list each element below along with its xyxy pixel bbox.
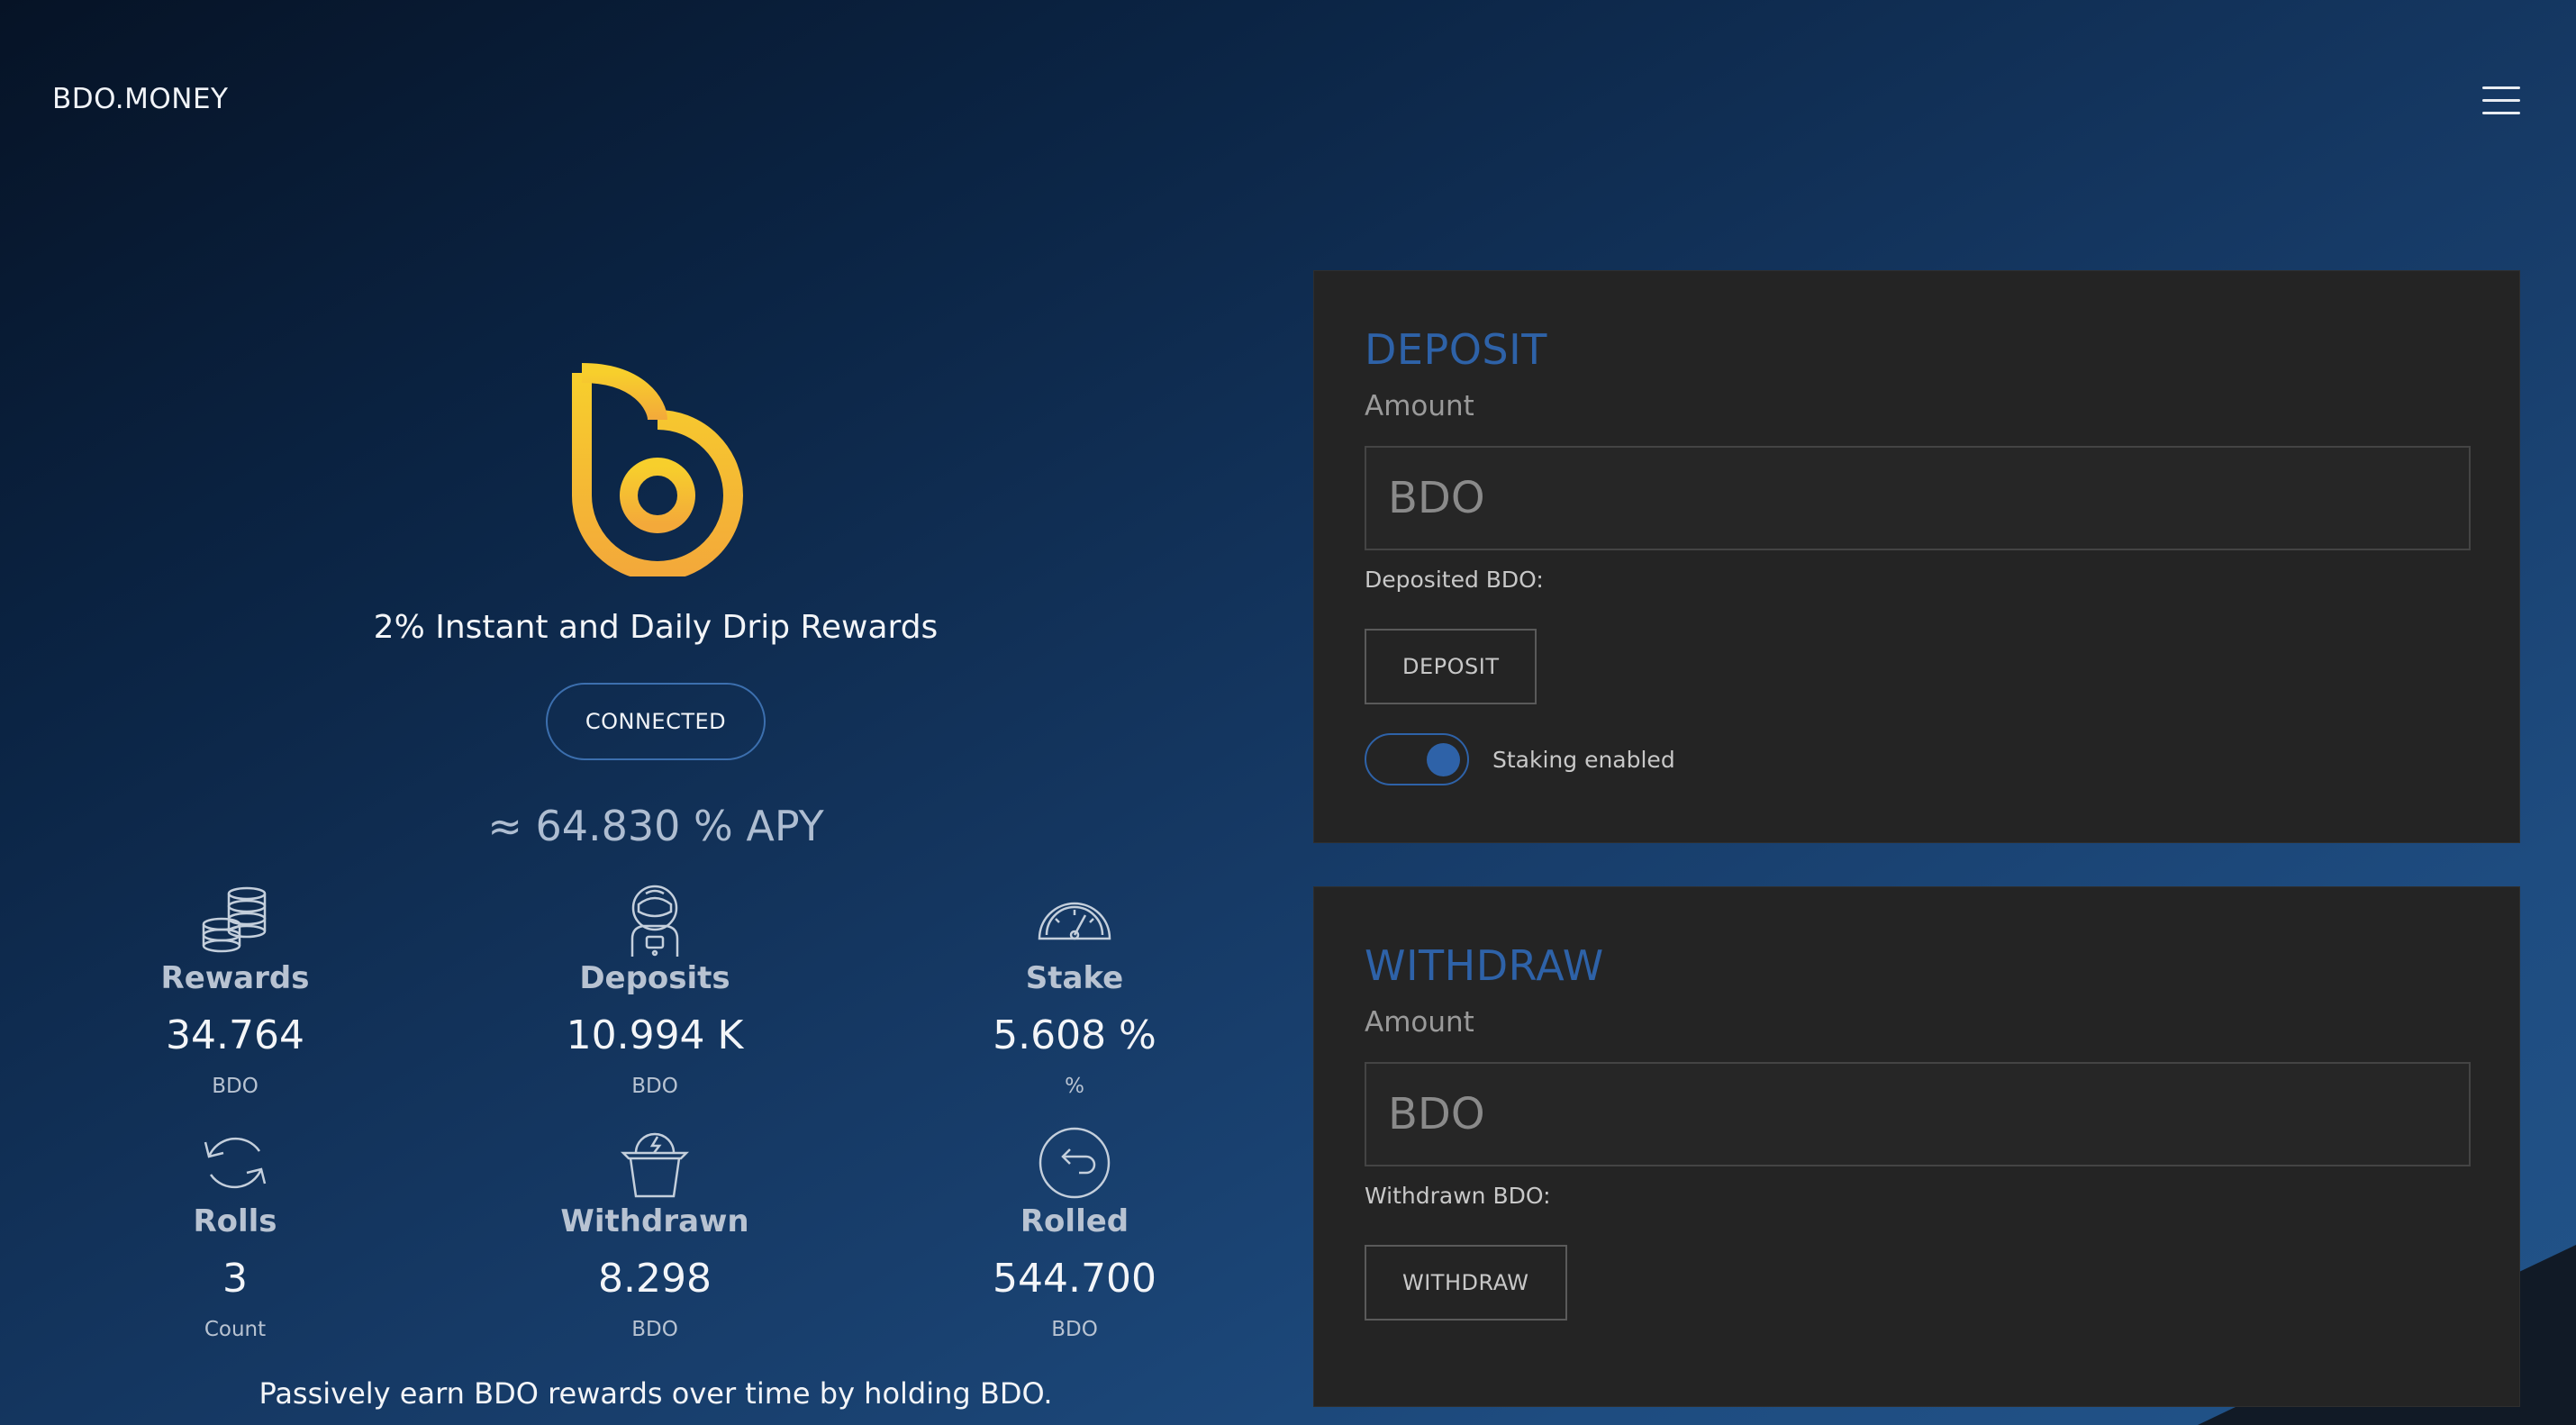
staking-toggle-row: Staking enabled: [1365, 733, 2469, 785]
deposit-title: DEPOSIT: [1365, 325, 1547, 374]
gauge-icon: [1038, 902, 1111, 940]
hero-section: 2% Instant and Daily Drip Rewards CONNEC…: [0, 0, 1311, 1425]
deposit-amount-label: Amount: [1365, 390, 1474, 422]
deposit-button[interactable]: DEPOSIT: [1365, 629, 1537, 704]
stat-label: Rolls: [193, 1203, 277, 1239]
hamburger-menu-icon[interactable]: [2482, 85, 2520, 117]
stat-unit: BDO: [631, 1318, 678, 1341]
stat-value: 544.700: [993, 1256, 1156, 1302]
deposit-amount-input[interactable]: [1365, 446, 2471, 550]
stat-label: Deposits: [579, 960, 730, 996]
stat-label: Rolled: [1020, 1203, 1129, 1239]
stat-label: Stake: [1025, 960, 1124, 996]
stat-stake: Stake 5.608 % %: [930, 881, 1219, 1098]
bdo-logo-icon: [572, 363, 743, 576]
stat-rolls: Rolls 3 Count: [91, 1124, 379, 1341]
stat-value: 10.994 K: [566, 1012, 744, 1058]
connect-wallet-button[interactable]: CONNECTED: [546, 683, 766, 760]
stat-unit: Count: [204, 1318, 267, 1341]
stat-unit: BDO: [212, 1075, 259, 1098]
withdraw-button[interactable]: WITHDRAW: [1365, 1245, 1567, 1321]
withdraw-title: WITHDRAW: [1365, 941, 1604, 990]
withdraw-amount-input[interactable]: [1365, 1062, 2471, 1166]
stat-value: 3: [222, 1256, 248, 1302]
stat-value: 8.298: [598, 1256, 712, 1302]
hero-tagline: 2% Instant and Daily Drip Rewards: [373, 609, 939, 646]
stat-label: Withdrawn: [560, 1203, 749, 1239]
stat-unit: %: [1065, 1075, 1084, 1098]
stat-unit: BDO: [1051, 1318, 1098, 1341]
toggle-knob: [1427, 743, 1460, 776]
stat-unit: BDO: [631, 1075, 678, 1098]
apy-value: ≈ 64.830 % APY: [487, 802, 824, 850]
staking-toggle[interactable]: [1365, 733, 1469, 785]
coins-icon: [202, 886, 267, 953]
stat-value: 34.764: [166, 1012, 304, 1058]
staking-toggle-label: Staking enabled: [1492, 746, 1675, 773]
basket-icon: [620, 1132, 690, 1198]
stat-label: Rewards: [160, 960, 310, 996]
stat-withdrawn: Withdrawn 8.298 BDO: [511, 1124, 799, 1341]
withdraw-card: WITHDRAW Amount Withdrawn BDO: WITHDRAW: [1313, 886, 2520, 1407]
deposited-bdo-label: Deposited BDO:: [1365, 567, 1544, 593]
return-arrow-icon: [1039, 1127, 1111, 1199]
refresh-icon: [204, 1137, 267, 1189]
withdraw-amount-label: Amount: [1365, 1006, 1474, 1039]
astronaut-icon: [630, 885, 679, 957]
stat-deposits: Deposits 10.994 K BDO: [511, 881, 799, 1098]
stat-value: 5.608 %: [993, 1012, 1156, 1058]
withdrawn-bdo-label: Withdrawn BDO:: [1365, 1183, 1551, 1209]
hero-footnote: Passively earn BDO rewards over time by …: [259, 1376, 1053, 1411]
stat-rewards: Rewards 34.764 BDO: [91, 881, 379, 1098]
deposit-card: DEPOSIT Amount Deposited BDO: DEPOSIT St…: [1313, 270, 2520, 843]
stat-rolled: Rolled 544.700 BDO: [930, 1124, 1219, 1341]
